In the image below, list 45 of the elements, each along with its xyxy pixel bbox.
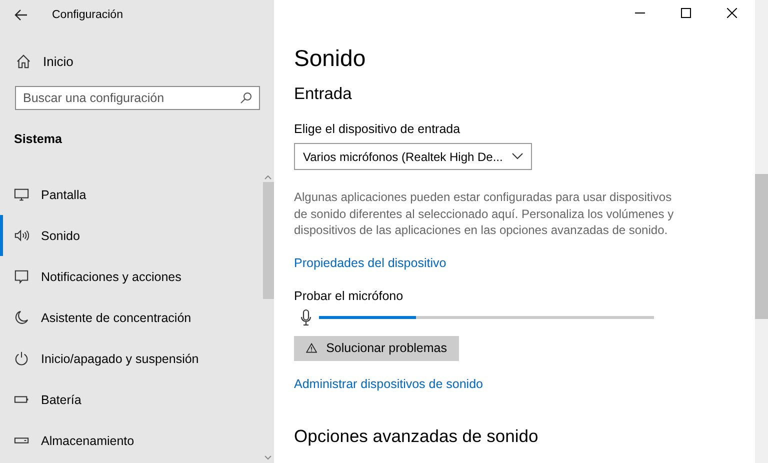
sidebar-item-label: Inicio/apagado y suspensión — [41, 352, 199, 366]
chevron-down-icon — [512, 153, 523, 160]
scrollbar-thumb[interactable] — [755, 174, 768, 319]
close-icon[interactable] — [727, 8, 737, 18]
section-title: Entrada — [294, 85, 352, 104]
moon-icon — [14, 310, 29, 325]
sidebar-item-label: Asistente de concentración — [41, 310, 192, 324]
section-title: Opciones avanzadas de sonido — [294, 426, 538, 446]
page-title: Sonido — [294, 45, 366, 72]
search-field[interactable]: Buscar una configuración — [15, 86, 260, 110]
home-link[interactable]: Inicio — [43, 54, 74, 68]
microphone-icon — [300, 308, 312, 326]
device-dropdown[interactable]: Varios micrófonos (Realtek High De... — [294, 143, 532, 170]
sidebar-item[interactable]: Asistente de concentración — [0, 297, 262, 338]
search-icon[interactable] — [240, 92, 252, 104]
sidebar-item[interactable]: Sonido — [0, 215, 262, 256]
message-icon — [14, 269, 29, 284]
warning-icon — [306, 342, 318, 354]
field-label: Elige el dispositivo de entrada — [294, 122, 460, 136]
sidebar-item-label: Notificaciones y acciones — [41, 270, 182, 284]
monitor-icon — [14, 187, 29, 202]
home-icon[interactable] — [16, 54, 31, 68]
manage-devices-link[interactable]: Administrar dispositivos de sonido — [294, 376, 483, 390]
sidebar-item[interactable]: Inicio/apagado y suspensión — [0, 338, 262, 379]
power-icon — [14, 351, 29, 366]
description-text: Algunas aplicaciones pueden estar configuradas para usar dispositivos de sonido diferentes al seleccionado aquí. Personaliza los volúmenes y dispositivos de las aplicaciones en las opciones avanzadas de sonido. — [294, 189, 675, 238]
sidebar-item-label: Pantalla — [41, 188, 86, 202]
sidebar-item[interactable]: Almacenamiento — [0, 420, 262, 461]
speaker-icon — [14, 228, 29, 243]
scroll-up-icon[interactable] — [264, 174, 272, 180]
section-heading: Sistema — [14, 132, 63, 148]
maximize-icon[interactable] — [681, 8, 691, 18]
sidebar-item-label: Sonido — [41, 228, 80, 242]
properties-link[interactable]: Propiedades del dispositivo — [294, 256, 446, 270]
sidebar-item-label: Batería — [41, 392, 82, 406]
window-title: Configuración — [52, 9, 123, 21]
sidebar-item[interactable]: Batería — [0, 379, 262, 420]
sidebar-item[interactable]: Pantalla — [0, 174, 262, 215]
back-arrow-icon[interactable] — [14, 8, 28, 22]
troubleshoot-button[interactable]: Solucionar problemas — [294, 336, 459, 360]
field-label: Probar el micrófono — [294, 288, 404, 302]
sidebar-item[interactable]: Notificaciones y acciones — [0, 256, 262, 297]
scroll-down-icon[interactable] — [264, 455, 272, 461]
scrollbar-thumb[interactable] — [262, 182, 274, 299]
sidebar-item-label: Almacenamiento — [41, 434, 134, 448]
